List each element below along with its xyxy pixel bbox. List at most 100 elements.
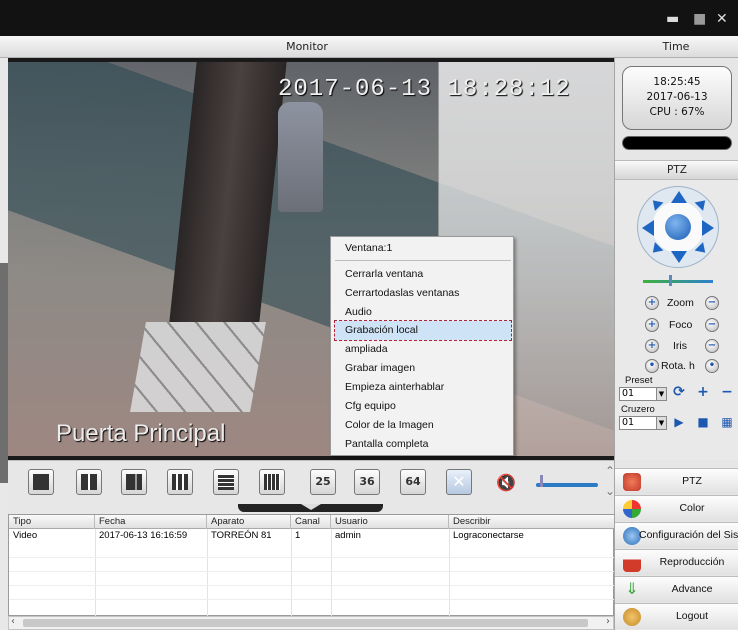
layout-1-button[interactable] <box>28 469 54 495</box>
layout-6-button[interactable] <box>121 469 147 495</box>
ptz-upright-arrow-icon[interactable] <box>694 196 710 211</box>
preset-add-icon[interactable]: + <box>695 385 711 401</box>
menu-item-local-recording[interactable]: Grabación local <box>334 320 512 341</box>
column-describir[interactable]: Describir <box>449 515 615 529</box>
column-tipo[interactable]: Tipo <box>9 515 95 529</box>
table-horizontal-scrollbar[interactable]: ‹ › <box>8 616 614 630</box>
context-menu: Ventana:1 Cerrarla ventana Cerrartodasla… <box>330 236 514 456</box>
menu-item-image-color[interactable]: Color de la Imagen <box>335 416 511 435</box>
grid-line <box>95 529 96 617</box>
iris-close-button[interactable]: − <box>705 339 719 353</box>
preset-value: 01 <box>622 388 635 399</box>
menu-item-close-all[interactable]: Cerrartodaslas ventanas <box>335 284 511 303</box>
grid-line <box>9 599 615 600</box>
column-fecha[interactable]: Fecha <box>95 515 207 529</box>
side-menu-playback[interactable]: Reproducción <box>615 549 738 575</box>
layout-16-button[interactable] <box>259 469 285 495</box>
ptz-up-arrow-icon[interactable] <box>671 191 687 203</box>
ptz-icon <box>623 473 641 491</box>
fullscreen-icon: ✕ <box>452 472 466 491</box>
column-canal[interactable]: Canal <box>291 515 331 529</box>
osd-camera-name: Puerta Principal <box>56 420 226 447</box>
rotate-stop-button[interactable]: • <box>705 359 719 373</box>
menu-item-snapshot[interactable]: Grabar imagen <box>335 359 511 378</box>
layout-64-button[interactable]: 64 <box>400 469 426 495</box>
layout-13-button[interactable] <box>213 469 239 495</box>
preset-select[interactable]: 01 ▼ <box>619 387 667 401</box>
layout-36-label: 36 <box>359 475 375 488</box>
menu-item-audio[interactable]: Audio <box>335 303 511 322</box>
grid-line <box>9 585 615 586</box>
cruise-stop-icon[interactable]: ■ <box>695 415 711 431</box>
side-menu-label: Configuración del Sistema <box>639 529 738 541</box>
playback-icon <box>623 554 641 572</box>
scroll-thumb[interactable] <box>23 619 588 627</box>
cruise-play-icon[interactable]: ▶ <box>671 415 687 431</box>
scroll-left-icon[interactable]: ‹ <box>11 616 15 627</box>
table-row[interactable]: Video 2017-06-13 16:16:59 TORREÓN 81 1 a… <box>9 529 615 543</box>
zoom-out-button[interactable]: − <box>705 296 719 310</box>
menu-item-close-window[interactable]: Cerrarla ventana <box>335 265 511 284</box>
side-menu-advance[interactable]: ⇓ Advance <box>615 576 738 602</box>
chevron-down-icon: ▼ <box>656 388 666 400</box>
video-scene-person <box>278 102 323 212</box>
scroll-right-icon[interactable]: › <box>606 616 610 627</box>
ptz-right-arrow-icon[interactable] <box>702 220 714 236</box>
column-usuario[interactable]: Usuario <box>331 515 449 529</box>
cruise-value: 01 <box>622 417 635 428</box>
iris-open-button[interactable]: + <box>645 339 659 353</box>
menu-item-device-config[interactable]: Cfg equipo <box>335 397 511 416</box>
collapse-bar[interactable] <box>0 263 8 483</box>
panel-splitter[interactable] <box>8 502 614 514</box>
side-menu-color[interactable]: Color <box>615 495 738 521</box>
ptz-downleft-arrow-icon[interactable] <box>648 242 664 257</box>
layout-16-icon <box>264 474 280 490</box>
layout-25-button[interactable]: 25 <box>310 469 336 495</box>
focus-in-button[interactable]: + <box>645 318 659 332</box>
grid-line <box>291 529 292 617</box>
cruise-grid-icon[interactable]: ▦ <box>719 415 735 431</box>
layout-36-button[interactable]: 36 <box>354 469 380 495</box>
ptz-left-arrow-icon[interactable] <box>642 220 654 236</box>
side-menu-ptz[interactable]: PTZ <box>615 468 738 494</box>
ptz-down-arrow-icon[interactable] <box>671 251 687 263</box>
cruise-select[interactable]: 01 ▼ <box>619 416 667 430</box>
side-menu-config[interactable]: Configuración del Sistema <box>615 522 738 548</box>
iris-label: Iris <box>673 340 687 352</box>
splitter-toggle[interactable] <box>238 504 383 512</box>
preset-refresh-icon[interactable]: ⟳ <box>671 385 687 401</box>
layout-9-button[interactable] <box>167 469 193 495</box>
preset-remove-icon[interactable]: − <box>719 385 735 401</box>
close-button[interactable]: ✕ <box>716 12 728 26</box>
left-collapse-strip[interactable] <box>0 58 8 630</box>
menu-item-fullscreen[interactable]: Pantalla completa <box>335 435 511 454</box>
side-menu-label: Logout <box>675 610 709 622</box>
ptz-speed-knob[interactable] <box>669 275 672 286</box>
ptz-center-button[interactable] <box>665 214 691 240</box>
side-menu-label: Reproducción <box>659 556 725 568</box>
menu-item-zoom[interactable]: ampliada <box>335 340 511 359</box>
mute-icon[interactable]: 🔇 <box>496 473 516 492</box>
menu-item-talk[interactable]: Empieza ainterhablar <box>335 378 511 397</box>
ptz-downright-arrow-icon[interactable] <box>694 242 710 257</box>
focus-label: Foco <box>669 319 693 331</box>
layout-4-button[interactable] <box>76 469 102 495</box>
column-aparato[interactable]: Aparato <box>207 515 291 529</box>
volume-slider[interactable] <box>536 483 598 487</box>
ptz-speed-slider[interactable] <box>643 280 713 283</box>
video-window[interactable]: 2017-06-13 18:28:12 Puerta Principal <box>8 62 614 456</box>
restore-button[interactable]: ■ <box>693 12 706 26</box>
side-menu-logout[interactable]: Logout <box>615 603 738 629</box>
fullscreen-button[interactable]: ✕ <box>446 469 472 495</box>
volume-slider-knob[interactable] <box>540 475 543 487</box>
ptz-upleft-arrow-icon[interactable] <box>648 196 664 211</box>
layout-9-icon <box>172 474 188 490</box>
rotate-start-button[interactable]: • <box>645 359 659 373</box>
ptz-title: PTZ <box>615 160 738 180</box>
zoom-in-button[interactable]: + <box>645 296 659 310</box>
minimize-button[interactable]: ▬ <box>666 12 679 26</box>
monitor-label: Monitor <box>286 40 328 53</box>
grid-line <box>449 529 450 617</box>
ptz-direction-wheel[interactable] <box>637 186 719 268</box>
focus-out-button[interactable]: − <box>705 318 719 332</box>
